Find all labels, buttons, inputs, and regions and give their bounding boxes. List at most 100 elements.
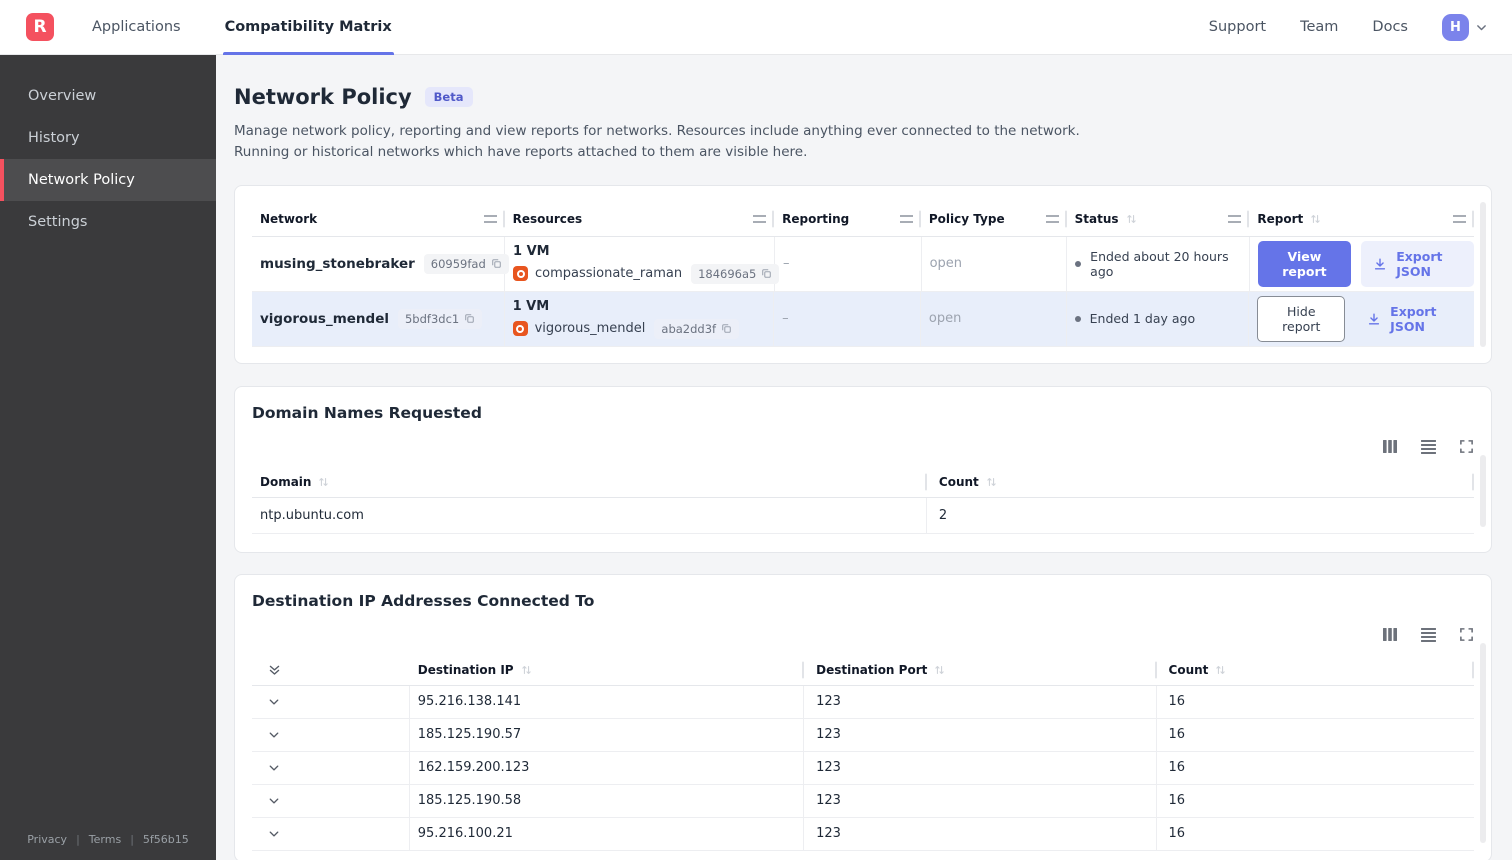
resources-cell: 1 VM vigorous_mendel aba2dd3f [505, 291, 775, 346]
view-report-button[interactable]: View report [1257, 240, 1352, 287]
destination-row[interactable]: 185.125.190.57 123 16 [252, 718, 1474, 752]
sort-icon[interactable] [1126, 213, 1137, 225]
column-resize-handle-icon[interactable] [483, 214, 497, 223]
vertical-scrollbar[interactable] [1480, 454, 1486, 527]
destination-row[interactable]: 162.159.200.123 123 16 [252, 751, 1474, 785]
destination-ip-cell: 95.216.100.21 [410, 817, 805, 850]
row-density-icon[interactable] [1420, 627, 1437, 642]
column-header-domain[interactable]: Domain [252, 468, 927, 497]
network-row[interactable]: vigorous_mendel 5bdf3dc1 1 VM vigorous_m… [252, 291, 1474, 347]
sort-icon[interactable] [1215, 664, 1226, 676]
column-label: Status [1074, 211, 1119, 226]
expand-all-icon[interactable] [252, 656, 410, 685]
destination-row[interactable]: 185.125.190.58 123 16 [252, 784, 1474, 818]
copy-icon[interactable] [721, 323, 732, 334]
column-header-destination-ip[interactable]: Destination IP [410, 656, 805, 685]
hide-report-button[interactable]: Hide report [1257, 295, 1346, 342]
column-header-network[interactable]: Network [252, 202, 505, 236]
count-cell: 16 [1168, 694, 1186, 710]
domain-names-card: Domain Names Requested Domain Count ntp.… [234, 385, 1492, 553]
nav-link-docs[interactable]: Docs [1372, 19, 1408, 35]
app-logo[interactable]: R [26, 13, 54, 41]
destination-port-cell: 123 [804, 817, 1157, 850]
destination-row[interactable]: 95.216.138.141 123 16 [252, 685, 1474, 719]
domain-row[interactable]: ntp.ubuntu.com 2 [252, 497, 1474, 534]
sidebar-item-settings[interactable]: Settings [0, 201, 216, 243]
reporting-cell: – [774, 291, 921, 346]
table-toolbar [252, 439, 1474, 454]
vertical-scrollbar[interactable] [1480, 201, 1486, 347]
copy-icon[interactable] [491, 258, 502, 269]
export-json-button[interactable]: Export JSON [1355, 296, 1474, 342]
row-expand-chevron-icon[interactable] [252, 685, 410, 718]
column-label: Report [1257, 211, 1304, 226]
download-icon [1373, 257, 1387, 271]
resource-id-badge[interactable]: aba2dd3f [654, 318, 740, 339]
column-header-policy-type[interactable]: Policy Type [921, 202, 1067, 236]
sort-icon[interactable] [318, 476, 329, 488]
copy-icon[interactable] [761, 268, 772, 279]
sort-icon[interactable] [934, 664, 945, 676]
row-expand-chevron-icon[interactable] [252, 784, 410, 817]
column-resize-handle-icon[interactable] [1228, 214, 1242, 223]
column-header-count[interactable]: Count [1157, 656, 1475, 685]
column-resize-handle-icon[interactable] [899, 214, 913, 223]
policy-type-cell: open [922, 236, 1068, 291]
resource-name: vigorous_mendel [534, 321, 646, 337]
tab-compatibility-matrix[interactable]: Compatibility Matrix [222, 0, 394, 55]
columns-view-icon[interactable] [1382, 627, 1398, 642]
fullscreen-icon[interactable] [1459, 627, 1474, 642]
column-header-destination-port[interactable]: Destination Port [804, 656, 1157, 685]
column-header-count[interactable]: Count [927, 468, 1474, 497]
vertical-scrollbar[interactable] [1480, 642, 1486, 843]
network-policy-table-card: Network Resources Reporting Policy Type … [234, 184, 1492, 364]
status-text: Ended 1 day ago [1089, 311, 1196, 327]
network-id-badge[interactable]: 5bdf3dc1 [397, 308, 483, 329]
nav-link-support[interactable]: Support [1209, 19, 1266, 35]
logo-letter: R [33, 17, 47, 37]
nav-link-team[interactable]: Team [1300, 19, 1338, 35]
network-row[interactable]: musing_stonebraker 60959fad 1 VM compass… [252, 236, 1474, 292]
resource-id-badge[interactable]: 184696a5 [691, 263, 780, 284]
column-header-reporting[interactable]: Reporting [774, 202, 921, 236]
column-header-status[interactable]: Status [1067, 202, 1250, 236]
tab-applications[interactable]: Applications [90, 0, 183, 55]
network-id-badge[interactable]: 60959fad [423, 253, 509, 274]
fullscreen-icon[interactable] [1459, 439, 1474, 454]
privacy-link[interactable]: Privacy [27, 833, 67, 846]
column-label: Count [1168, 663, 1209, 678]
sort-icon[interactable] [521, 664, 532, 676]
sort-icon[interactable] [1310, 213, 1321, 225]
row-expand-chevron-icon[interactable] [252, 751, 410, 784]
row-expand-chevron-icon[interactable] [252, 817, 410, 850]
copy-icon[interactable] [464, 313, 475, 324]
columns-view-icon[interactable] [1382, 439, 1398, 454]
terms-link[interactable]: Terms [89, 833, 121, 846]
download-icon [1367, 312, 1381, 326]
status-cell: Ended about 20 hours ago [1067, 236, 1250, 291]
column-label: Resources [512, 211, 583, 226]
column-resize-handle-icon[interactable] [1452, 214, 1466, 223]
column-header-report[interactable]: Report [1249, 202, 1474, 236]
sort-icon[interactable] [986, 476, 997, 488]
resource-id: aba2dd3f [661, 321, 717, 336]
column-header-resources[interactable]: Resources [505, 202, 775, 236]
network-name: musing_stonebraker [260, 255, 415, 272]
column-resize-handle-icon[interactable] [1045, 214, 1059, 223]
sidebar-item-network-policy[interactable]: Network Policy [0, 159, 216, 201]
row-expand-chevron-icon[interactable] [252, 718, 410, 751]
export-json-button[interactable]: Export JSON [1361, 240, 1474, 287]
domain-table-header: Domain Count [252, 468, 1474, 498]
sidebar-item-history[interactable]: History [0, 117, 216, 159]
sidebar-item-overview[interactable]: Overview [0, 75, 216, 117]
column-resize-handle-icon[interactable] [753, 214, 767, 223]
column-label: Reporting [782, 211, 850, 226]
row-density-icon[interactable] [1420, 439, 1437, 454]
footer-divider: | [76, 833, 80, 846]
destination-row[interactable]: 95.216.100.21 123 16 [252, 817, 1474, 851]
table-toolbar [252, 627, 1474, 642]
top-navbar: R Applications Compatibility Matrix Supp… [0, 0, 1512, 55]
user-menu[interactable]: H [1442, 13, 1488, 41]
ubuntu-os-icon [513, 266, 528, 282]
status-text: Ended about 20 hours ago [1090, 248, 1229, 279]
